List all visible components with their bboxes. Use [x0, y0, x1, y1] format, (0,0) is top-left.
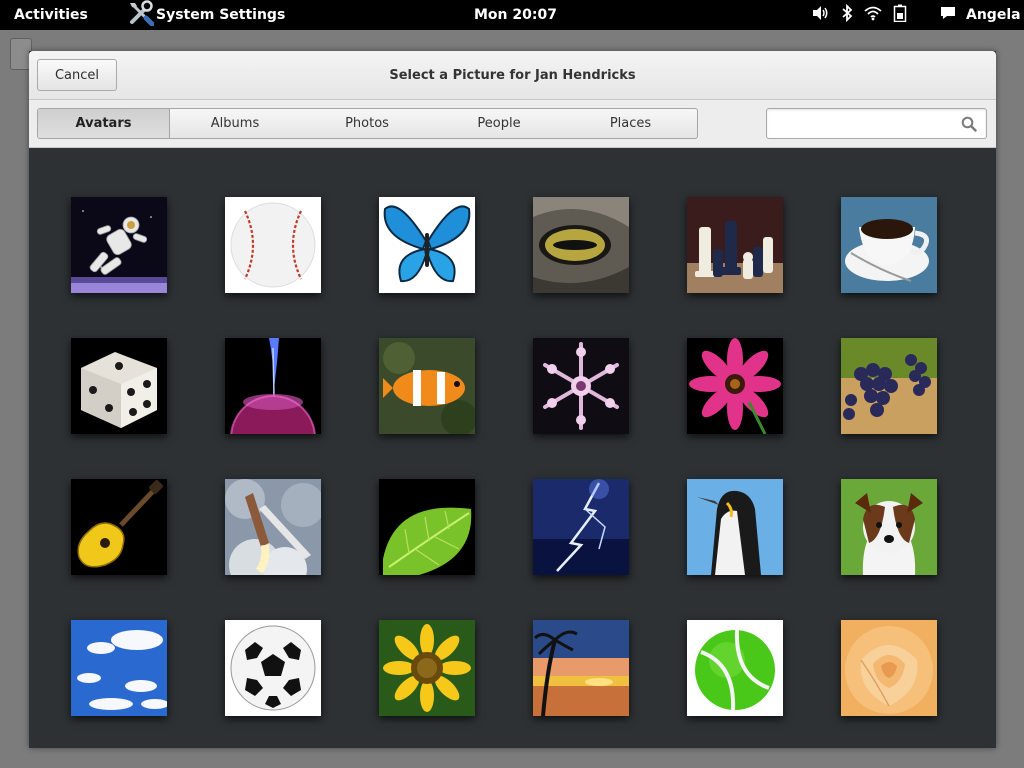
picture-grid	[71, 197, 939, 716]
top-bar: Activities System Settings Mon 20:07 Ang…	[0, 0, 1024, 30]
tab-people[interactable]: People	[434, 109, 564, 138]
picture-chooser-dialog: Cancel Select a Picture for Jan Hendrick…	[29, 51, 996, 748]
picture-guitar[interactable]	[71, 479, 167, 575]
picture-dice[interactable]	[71, 338, 167, 434]
app-menu[interactable]: System Settings	[128, 0, 285, 30]
picture-astronaut[interactable]	[71, 197, 167, 293]
search-input[interactable]	[773, 114, 953, 134]
picture-fish[interactable]	[379, 338, 475, 434]
dialog-header: Cancel Select a Picture for Jan Hendrick…	[29, 51, 996, 100]
picture-butterfly[interactable]	[379, 197, 475, 293]
bluetooth-icon[interactable]	[841, 3, 853, 26]
picture-tennis-ball[interactable]	[687, 620, 783, 716]
picture-sky[interactable]	[71, 620, 167, 716]
app-name: System Settings	[156, 7, 286, 23]
user-name: Angela	[966, 7, 1021, 23]
search-icon[interactable]	[961, 116, 977, 136]
user-menu[interactable]: Angela	[940, 0, 1021, 30]
tab-avatars[interactable]: Avatars	[38, 109, 170, 138]
cancel-button[interactable]: Cancel	[37, 59, 117, 91]
search-box[interactable]	[766, 108, 987, 139]
picture-flower[interactable]	[687, 338, 783, 434]
system-tray	[812, 3, 907, 26]
picture-leaf[interactable]	[379, 479, 475, 575]
source-tabs: Avatars Albums Photos People Places	[37, 108, 698, 139]
dialog-toolbar: Avatars Albums Photos People Places	[29, 100, 996, 148]
battery-icon[interactable]	[893, 4, 907, 26]
picture-flake[interactable]	[533, 338, 629, 434]
picture-grapes[interactable]	[841, 338, 937, 434]
tab-albums[interactable]: Albums	[170, 109, 300, 138]
system-settings-icon	[128, 0, 156, 30]
picture-soccerball[interactable]	[225, 620, 321, 716]
picture-chess[interactable]	[687, 197, 783, 293]
picture-lightning[interactable]	[533, 479, 629, 575]
chat-icon	[940, 6, 956, 24]
picture-sunset[interactable]	[533, 620, 629, 716]
clock[interactable]: Mon 20:07	[474, 7, 557, 23]
picture-cat-eye[interactable]	[533, 197, 629, 293]
dialog-title: Select a Picture for Jan Hendricks	[389, 68, 636, 83]
picture-launch[interactable]	[225, 479, 321, 575]
picture-penguin[interactable]	[687, 479, 783, 575]
activities-button[interactable]: Activities	[14, 7, 88, 23]
picture-yellow-rose[interactable]	[841, 620, 937, 716]
picture-sunflower[interactable]	[379, 620, 475, 716]
picture-energy[interactable]	[225, 338, 321, 434]
picture-puppy[interactable]	[841, 479, 937, 575]
wifi-icon[interactable]	[864, 5, 882, 25]
picture-baseball[interactable]	[225, 197, 321, 293]
volume-icon[interactable]	[812, 5, 830, 25]
tab-photos[interactable]: Photos	[300, 109, 434, 138]
tab-places[interactable]: Places	[564, 109, 697, 138]
picture-coffee[interactable]	[841, 197, 937, 293]
